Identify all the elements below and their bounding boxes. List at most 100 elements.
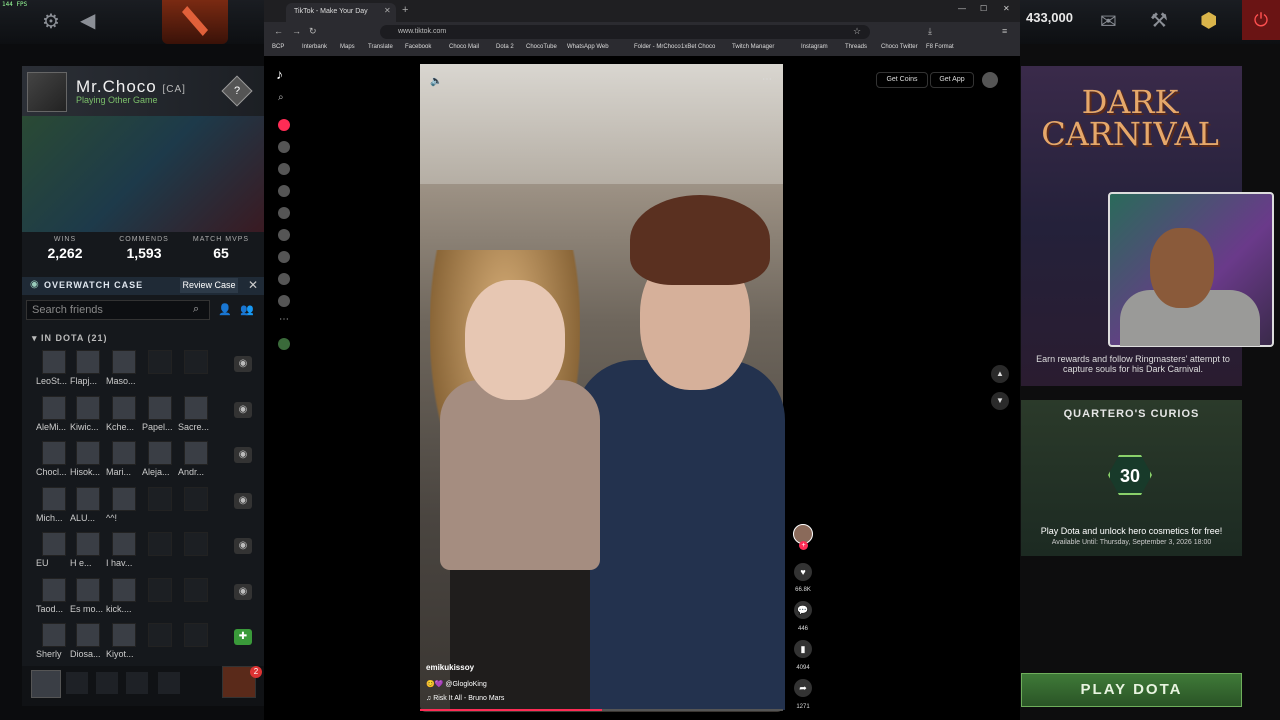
comment-icon[interactable]: 💬 (794, 601, 812, 619)
search-friends-input[interactable]: Search friends (26, 300, 210, 320)
upload-icon[interactable] (278, 273, 290, 285)
volume-icon[interactable]: 🔈 (430, 76, 442, 87)
search-icon[interactable]: ⌕ (278, 92, 284, 103)
add-friend-icon[interactable]: 👤 (218, 303, 232, 316)
inbox-icon[interactable] (278, 251, 290, 263)
friend-avatar[interactable] (42, 350, 66, 374)
maximize-icon[interactable]: ☐ (980, 4, 987, 13)
more-options-icon[interactable]: ⋯ (762, 74, 772, 85)
tiktok-logo-icon[interactable]: ♪ (276, 66, 283, 82)
bookmark-item[interactable]: Threads (845, 44, 867, 50)
bookmark-item[interactable]: Folder - MrChoco (634, 44, 681, 50)
friend-avatar[interactable] (148, 441, 172, 465)
friend-avatar[interactable] (42, 623, 66, 647)
review-case-button[interactable]: Review Case (180, 278, 238, 293)
reload-icon[interactable]: ↻ (309, 26, 317, 37)
follow-plus-icon[interactable]: + (799, 541, 808, 550)
friend-avatar[interactable] (184, 395, 208, 420)
power-button[interactable]: ⏻ (1242, 0, 1280, 40)
forward-icon[interactable]: → (292, 26, 301, 36)
bookmark-item[interactable]: WhatsApp Web (567, 44, 609, 50)
party-slot[interactable] (66, 672, 88, 694)
watch-icon[interactable]: ◉ (234, 538, 252, 554)
close-icon[interactable]: ✕ (248, 278, 258, 292)
get-coins-button[interactable]: Get Coins (876, 72, 928, 88)
friend-name[interactable]: Hisok... (70, 467, 110, 477)
live-icon[interactable] (278, 207, 290, 219)
plus-icon[interactable]: ⬢ (1200, 8, 1217, 33)
add-icon[interactable]: ✚ (234, 629, 252, 645)
friend-name[interactable]: Andr... (178, 467, 218, 477)
bookmark-item[interactable]: Instagram (801, 44, 828, 50)
friend-avatar[interactable] (76, 532, 100, 556)
back-arrow-icon[interactable]: ◀ (80, 8, 95, 33)
creator-icon[interactable] (278, 338, 290, 350)
minimize-icon[interactable]: — (958, 4, 966, 13)
bookmark-item[interactable]: F8 Format (926, 44, 954, 50)
close-window-icon[interactable]: ✕ (1003, 4, 1010, 13)
friend-name[interactable]: Kiyot... (106, 649, 146, 659)
bookmark-item[interactable]: ChocoTube (526, 44, 557, 50)
friend-avatar[interactable] (42, 395, 66, 420)
more-icon[interactable]: ⋯ (279, 314, 289, 325)
friend-avatar[interactable] (42, 441, 66, 465)
friend-avatar[interactable] (112, 577, 136, 602)
bookmark-item[interactable]: Twitch Manager (732, 44, 774, 50)
video-music[interactable]: ♫ Risk It All - Bruno Mars (426, 695, 504, 702)
friend-avatar[interactable] (76, 486, 100, 511)
watch-icon[interactable]: ◉ (234, 356, 252, 372)
friend-name[interactable]: Sacre... (178, 422, 218, 432)
bookmark-item[interactable]: 1xBet Choco (681, 44, 715, 50)
bookmark-item[interactable]: Translate (368, 44, 393, 50)
friend-name[interactable]: Es mo... (70, 604, 110, 614)
next-video-icon[interactable]: ▼ (991, 392, 1009, 410)
following-icon[interactable] (278, 163, 290, 175)
mail-icon[interactable]: ✉ (1100, 9, 1117, 34)
friend-avatar[interactable] (42, 577, 66, 602)
friend-name[interactable]: Maso... (106, 376, 146, 386)
watch-icon[interactable]: ◉ (234, 492, 252, 509)
downloads-icon[interactable]: ⤓ (928, 26, 932, 37)
home-icon[interactable] (278, 119, 290, 131)
friend-avatar[interactable] (112, 532, 136, 556)
messages-icon[interactable] (278, 229, 290, 241)
back-icon[interactable]: ← (274, 26, 283, 36)
party-leader-avatar[interactable] (31, 670, 61, 698)
search-icon[interactable]: ⌕ (193, 303, 199, 316)
armory-icon[interactable]: ⚒ (1150, 8, 1168, 33)
friend-avatar[interactable] (184, 441, 208, 465)
tab-close-icon[interactable]: ✕ (384, 6, 391, 15)
friend-name[interactable]: Kche... (106, 422, 146, 432)
url-input[interactable]: www.tiktok.com (380, 25, 870, 39)
profile-icon[interactable] (278, 295, 290, 307)
play-dota-button[interactable]: PLAY DOTA (1021, 673, 1242, 707)
bookmark-item[interactable]: BCP (272, 44, 284, 50)
bookmark-item[interactable]: Maps (340, 44, 355, 50)
friend-avatar[interactable] (76, 623, 100, 647)
bookmark-star-icon[interactable]: ☆ (853, 26, 861, 37)
friend-name[interactable]: Flapj... (70, 376, 110, 386)
share-icon[interactable]: ➦ (794, 679, 812, 697)
bookmark-item[interactable]: Choco Mail (449, 44, 479, 50)
friend-name[interactable]: ^^! (106, 513, 146, 523)
bookmark-item[interactable]: Interbank (302, 44, 327, 50)
video-author[interactable]: emikukissoy (426, 663, 474, 672)
video-description[interactable]: 😊💜 @GlogloKing (426, 680, 487, 688)
new-tab-icon[interactable]: + (402, 4, 408, 16)
friend-avatar[interactable] (112, 623, 136, 647)
dota-logo-button[interactable] (162, 0, 228, 44)
friend-name[interactable]: ALU... (70, 513, 110, 523)
party-slot[interactable] (96, 672, 118, 694)
friends-icon[interactable] (278, 185, 290, 197)
friend-avatar[interactable] (42, 486, 66, 511)
party-slot[interactable] (158, 672, 180, 694)
friend-avatar[interactable] (76, 350, 100, 374)
party-slot[interactable] (126, 672, 148, 694)
friend-avatar[interactable] (148, 395, 172, 420)
previous-video-icon[interactable]: ▲ (991, 365, 1009, 383)
tab-tiktok[interactable]: TikTok - Make Your Day (286, 3, 396, 22)
friend-avatar[interactable] (112, 395, 136, 420)
bookmark-item[interactable]: Dota 2 (496, 44, 514, 50)
watch-icon[interactable]: ◉ (234, 447, 252, 463)
friend-name[interactable]: Aleja... (142, 467, 182, 477)
